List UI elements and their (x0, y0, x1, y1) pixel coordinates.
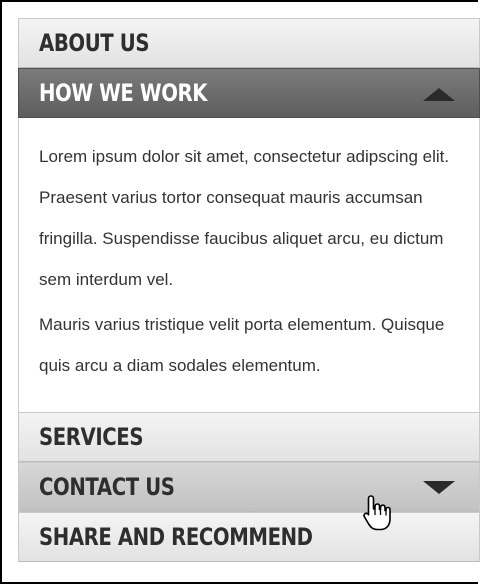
triangle-down-icon (423, 481, 455, 494)
accordion-header-label: SHARE AND RECOMMEND (39, 523, 313, 551)
accordion-header-how-we-work[interactable]: HOW WE WORK (18, 68, 480, 118)
accordion-header-label: CONTACT US (39, 473, 175, 501)
accordion: ABOUT US HOW WE WORK Lorem ipsum dolor s… (18, 18, 480, 562)
accordion-header-label: ABOUT US (39, 29, 150, 57)
hand-pointer-icon (363, 495, 391, 531)
accordion-header-about-us[interactable]: ABOUT US (18, 18, 480, 68)
accordion-header-label: HOW WE WORK (39, 79, 208, 107)
accordion-header-label: SERVICES (39, 423, 144, 451)
accordion-header-contact-us[interactable]: CONTACT US (18, 462, 480, 512)
accordion-panel-how-we-work: Lorem ipsum dolor sit amet, consectetur … (18, 118, 480, 412)
accordion-header-services[interactable]: SERVICES (18, 412, 480, 462)
panel-paragraph: Mauris varius tristique velit porta elem… (39, 315, 445, 375)
triangle-up-icon (423, 88, 455, 101)
accordion-header-share-and-recommend[interactable]: SHARE AND RECOMMEND (18, 512, 480, 562)
panel-paragraph: Lorem ipsum dolor sit amet, consectetur … (39, 147, 450, 289)
